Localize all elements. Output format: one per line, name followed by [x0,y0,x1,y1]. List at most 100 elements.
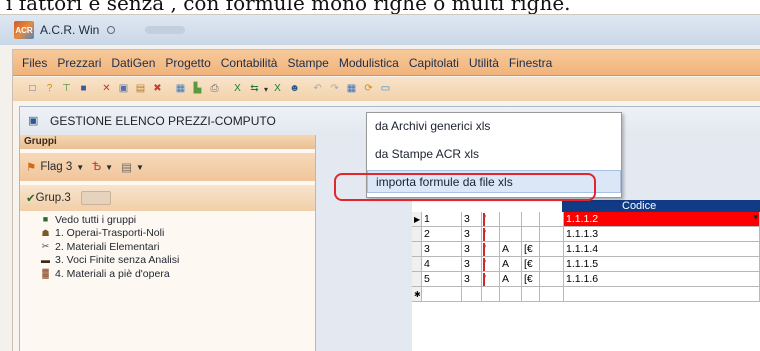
dropdown-item[interactable]: da Stampe ACR xls [367,143,621,166]
menu-modulistica[interactable]: Modulistica [334,50,404,76]
group-item[interactable]: ▬ 3. Voci Finite senza Analisi [20,254,315,268]
extra-cell[interactable] [540,227,564,242]
group-cell[interactable]: 3 [462,212,482,227]
group-selector[interactable]: Grup.3 [36,192,71,204]
undo-icon[interactable]: ↶ [310,82,325,97]
grid-icon[interactable]: ▦ [344,82,359,97]
code-column-header[interactable]: Codice [562,200,760,212]
row-marker [483,243,485,256]
extra-cell[interactable] [540,287,564,302]
type-cell[interactable]: A [500,242,522,257]
app-logo-icon: ACR [14,21,34,39]
flag-icon[interactable]: ⚑ [26,160,36,174]
save-icon[interactable]: ■ [76,82,91,97]
group-cell[interactable]: 3 [462,272,482,287]
filter-icon[interactable]: Ѣ [92,161,101,173]
row-number-cell[interactable]: 2 [422,227,462,242]
image-icon[interactable]: ▦ [173,82,188,97]
type-cell[interactable]: A [500,257,522,272]
open-icon[interactable]: ? [42,82,57,97]
new-doc-icon[interactable]: □ [25,82,40,97]
code-cell[interactable]: 1.1.1.4 [564,242,760,257]
extra-cell[interactable] [540,242,564,257]
refresh-icon[interactable]: ⟳ [361,82,376,97]
group-item[interactable]: ■ Vedo tutti i gruppi [20,213,315,227]
groups-panel: Gruppi ⚑ Flag 3 ▼ Ѣ ▼ ▤ ▼ ✔ Grup.3 ■ Vedo… [20,135,316,351]
table-row[interactable]: 5 3 ' A [€ 1.1.1.6 [412,272,760,287]
print-icon[interactable]: ⎙ [207,82,222,97]
document-icon[interactable]: ▤ [121,160,132,174]
currency-cell[interactable]: [€ [522,242,540,257]
chevron-down-icon[interactable]: ▾ [753,212,758,223]
code-cell[interactable]: 1.1.1.5 [564,257,760,272]
row-number-cell[interactable]: 3 [422,242,462,257]
dropdown-item[interactable]: da Archivi generici xls [367,115,621,138]
row-number-cell[interactable]: 4 [422,257,462,272]
group-cell[interactable]: 3 [462,227,482,242]
code-cell[interactable] [564,287,760,302]
group-cell[interactable]: 3 [462,257,482,272]
copy-icon[interactable]: ▣ [116,82,131,97]
person-icon[interactable]: ☻ [287,82,302,97]
menu-contabilit-[interactable]: Contabilità [216,50,283,76]
flag-cell[interactable] [482,287,500,302]
dropdown-item[interactable]: importa formule da file xls [367,170,621,193]
type-cell[interactable] [500,227,522,242]
table-row[interactable]: ▶ 1 3 ' 1.1.1.2 ▾ [412,212,760,227]
group-item[interactable]: ▓ 4. Materiali a piè d'opera [20,267,315,281]
currency-cell[interactable] [522,212,540,227]
currency-cell[interactable]: [€ [522,272,540,287]
menu-utilit-[interactable]: Utilità [464,50,504,76]
row-number-cell[interactable] [422,287,462,302]
group-item[interactable]: ✂ 2. Materiali Elementari [20,240,315,254]
flag-dropdown[interactable]: Flag 3 [40,161,72,173]
group-action-button[interactable] [80,191,111,205]
paste-icon[interactable]: ▤ [133,82,148,97]
excel-icon[interactable]: X [230,82,245,97]
group-cell[interactable] [462,287,482,302]
delete-icon[interactable]: ✖ [150,82,165,97]
table-row[interactable]: 3 3 ' A [€ 1.1.1.4 [412,242,760,257]
table-row[interactable]: 4 3 ' A [€ 1.1.1.5 [412,257,760,272]
currency-cell[interactable]: [€ [522,257,540,272]
import-excel-icon[interactable]: ⇆ [247,82,262,97]
window-icon[interactable]: ▭ [378,82,393,97]
code-cell[interactable]: 1.1.1.3 [564,227,760,242]
menu-capitolati[interactable]: Capitolati [404,50,464,76]
chevron-down-icon[interactable]: ▼ [136,163,144,172]
menu-stampe[interactable]: Stampe [282,50,333,76]
type-cell[interactable] [500,212,522,227]
redo-icon[interactable]: ↷ [327,82,342,97]
code-cell[interactable]: 1.1.1.2 [564,212,760,227]
excel-export-icon[interactable]: X [270,82,285,97]
group-item[interactable]: ☗ 1. Operai-Trasporti-Noli [20,227,315,241]
extra-cell[interactable] [540,257,564,272]
chevron-down-icon[interactable]: ▼ [105,163,113,172]
menu-datigen[interactable]: DatiGen [106,50,160,76]
extra-cell[interactable] [540,212,564,227]
code-cell[interactable]: 1.1.1.6 [564,272,760,287]
menu-finestra[interactable]: Finestra [504,50,557,76]
row-number-cell[interactable]: 1 [422,212,462,227]
group-item-label: 2. Materiali Elementari [55,240,160,253]
type-cell[interactable]: A [500,272,522,287]
menu-progetto[interactable]: Progetto [160,50,215,76]
chevron-down-icon[interactable]: ▾ [264,85,268,94]
cut-icon[interactable]: ✕ [99,82,114,97]
row-number-cell[interactable]: 5 [422,272,462,287]
row-indicator [412,227,422,242]
checkmark-icon[interactable]: ✔ [26,191,36,205]
chart-icon[interactable]: ▙ [190,82,205,97]
group-cell[interactable]: 3 [462,242,482,257]
menu-prezzari[interactable]: Prezzari [52,50,106,76]
group-bar: ✔ Grup.3 [20,185,315,211]
currency-cell[interactable] [522,227,540,242]
currency-cell[interactable] [522,287,540,302]
table-row[interactable]: 2 3 ' 1.1.1.3 [412,227,760,242]
menu-files[interactable]: Files [17,50,52,76]
table-row[interactable]: ✱ [412,287,760,302]
tree-icon[interactable]: ⊤ [59,82,74,97]
chevron-down-icon[interactable]: ▼ [76,163,84,172]
type-cell[interactable] [500,287,522,302]
extra-cell[interactable] [540,272,564,287]
